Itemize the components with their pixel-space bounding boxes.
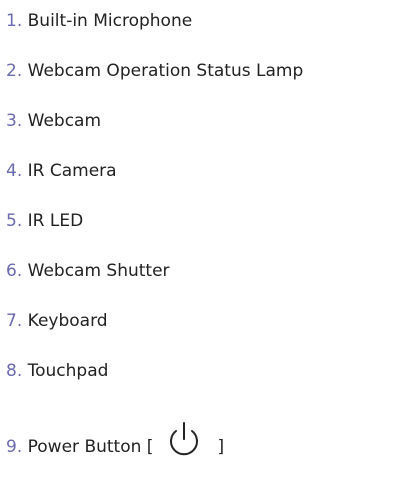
list-item: 8. Touchpad <box>6 360 108 382</box>
item-number: 3. <box>6 111 23 131</box>
list-item: 3. Webcam <box>6 110 101 132</box>
item-label: Webcam Shutter <box>27 261 170 281</box>
item-number: 2. <box>6 61 23 81</box>
item-number: 4. <box>6 161 23 181</box>
item-label: Webcam Operation Status Lamp <box>27 61 304 81</box>
list-item: 4. IR Camera <box>6 160 117 182</box>
list-item: 1. Built-in Microphone <box>6 10 192 32</box>
list-item: 7. Keyboard <box>6 310 108 332</box>
item-number: 5. <box>6 211 23 231</box>
item-label: Keyboard <box>27 311 108 331</box>
list-item: 5. IR LED <box>6 210 83 232</box>
power-icon <box>165 420 203 458</box>
item-number: 6. <box>6 261 23 281</box>
item-number: 8. <box>6 361 23 381</box>
item-label: Webcam <box>27 111 102 131</box>
item-label: Touchpad <box>27 361 109 381</box>
item-label: Power Button <box>27 437 142 457</box>
open-bracket: [ <box>146 437 154 457</box>
list-item: 2. Webcam Operation Status Lamp <box>6 60 303 82</box>
close-bracket: ] <box>217 437 225 457</box>
item-number: 7. <box>6 311 23 331</box>
item-label: Built-in Microphone <box>27 11 193 31</box>
item-label: IR Camera <box>27 161 117 181</box>
item-number: 9. <box>6 437 23 457</box>
list-item: 6. Webcam Shutter <box>6 260 170 282</box>
list-item: 9. Power Button [] <box>6 422 225 466</box>
item-number: 1. <box>6 11 23 31</box>
item-label: IR LED <box>27 211 84 231</box>
